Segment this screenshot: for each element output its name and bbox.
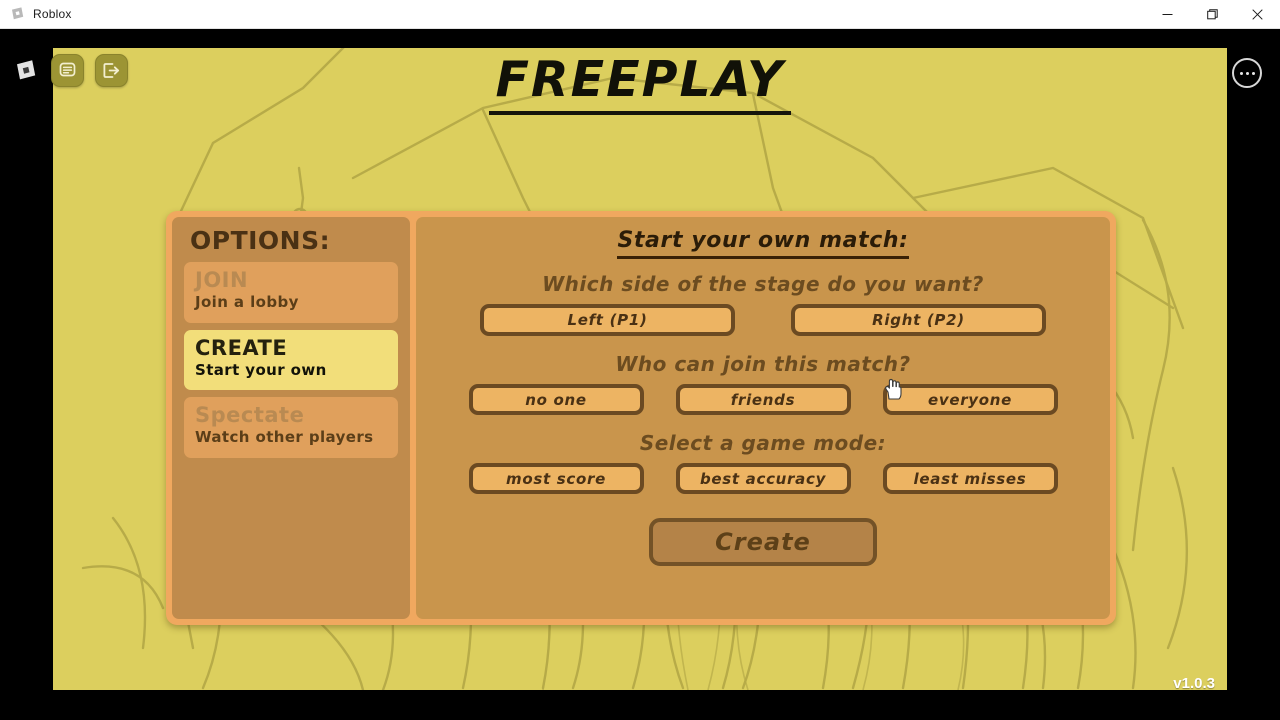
sidebar-item-join[interactable]: JOIN Join a lobby [184,262,398,323]
sidebar-item-create-subtitle: Start your own [195,360,327,379]
titlebar-left-group: Roblox [0,6,1145,22]
window-controls [1145,0,1280,28]
page-title: FREEPLAY [489,55,791,115]
options-heading: OPTIONS: [190,226,331,255]
create-match-heading-text: Start your own match: [617,228,909,259]
roblox-overlay-topbar [10,54,128,87]
window-titlebar: Roblox [0,0,1280,29]
chat-icon[interactable] [51,54,84,87]
roblox-icon [9,6,25,22]
more-dot-2 [1245,71,1249,75]
more-dot-3 [1251,71,1255,75]
sidebar-item-spectate[interactable]: Spectate Watch other players [184,397,398,458]
more-options-icon[interactable] [1232,58,1262,88]
sidebar-item-create-title: CREATE [195,335,288,360]
maximize-icon[interactable] [1190,0,1235,28]
game-viewport: FREEPLAY OPTIONS: JOIN Join a lobby CREA… [53,48,1227,690]
side-button-right-p2[interactable]: Right (P2) [791,304,1046,336]
question-side-label: Which side of the stage do you want? [542,272,984,296]
close-icon[interactable] [1235,0,1280,28]
sidebar-item-spectate-title: Spectate [195,403,305,428]
leave-game-icon[interactable] [95,54,128,87]
side-button-row: Left (P1) Right (P2) [416,304,1110,336]
gamemode-button-most-score[interactable]: most score [468,463,644,494]
sidebar-item-create[interactable]: CREATE Start your own [184,329,398,391]
page-title-container: FREEPLAY [53,55,1227,115]
freeplay-panel: OPTIONS: JOIN Join a lobby CREATE Start … [166,211,1116,625]
gamemode-button-least-misses[interactable]: least misses [882,463,1058,494]
version-label: v1.0.3 [1173,675,1215,690]
privacy-button-row: no one friends everyone [416,384,1110,415]
options-sidebar: OPTIONS: JOIN Join a lobby CREATE Start … [172,217,410,619]
create-button-row: Create [416,518,1110,566]
create-button[interactable]: Create [649,518,877,566]
sidebar-item-join-title: JOIN [195,268,249,292]
minimize-icon[interactable] [1145,0,1190,28]
privacy-button-friends[interactable]: friends [675,384,851,415]
side-button-left-p1[interactable]: Left (P1) [480,304,735,336]
question-gamemode-label: Select a game mode: [639,431,887,455]
screen: Roblox FREEPLAY OPTIONS: JOIN Join a lob… [0,0,1280,720]
more-dot-1 [1239,71,1243,75]
privacy-button-no-one[interactable]: no one [468,384,644,415]
window-title: Roblox [33,7,72,21]
question-privacy-label: Who can join this match? [615,352,911,376]
create-match-heading: Start your own match: [416,228,1110,259]
gamemode-button-best-accuracy[interactable]: best accuracy [675,463,851,494]
gamemode-button-row: most score best accuracy least misses [416,463,1110,494]
roblox-logo-icon [10,56,40,86]
sidebar-item-spectate-subtitle: Watch other players [195,428,374,447]
create-match-panel: Start your own match: Which side of the … [416,217,1110,619]
privacy-button-everyone[interactable]: everyone [882,384,1058,415]
sidebar-item-join-subtitle: Join a lobby [195,293,299,312]
